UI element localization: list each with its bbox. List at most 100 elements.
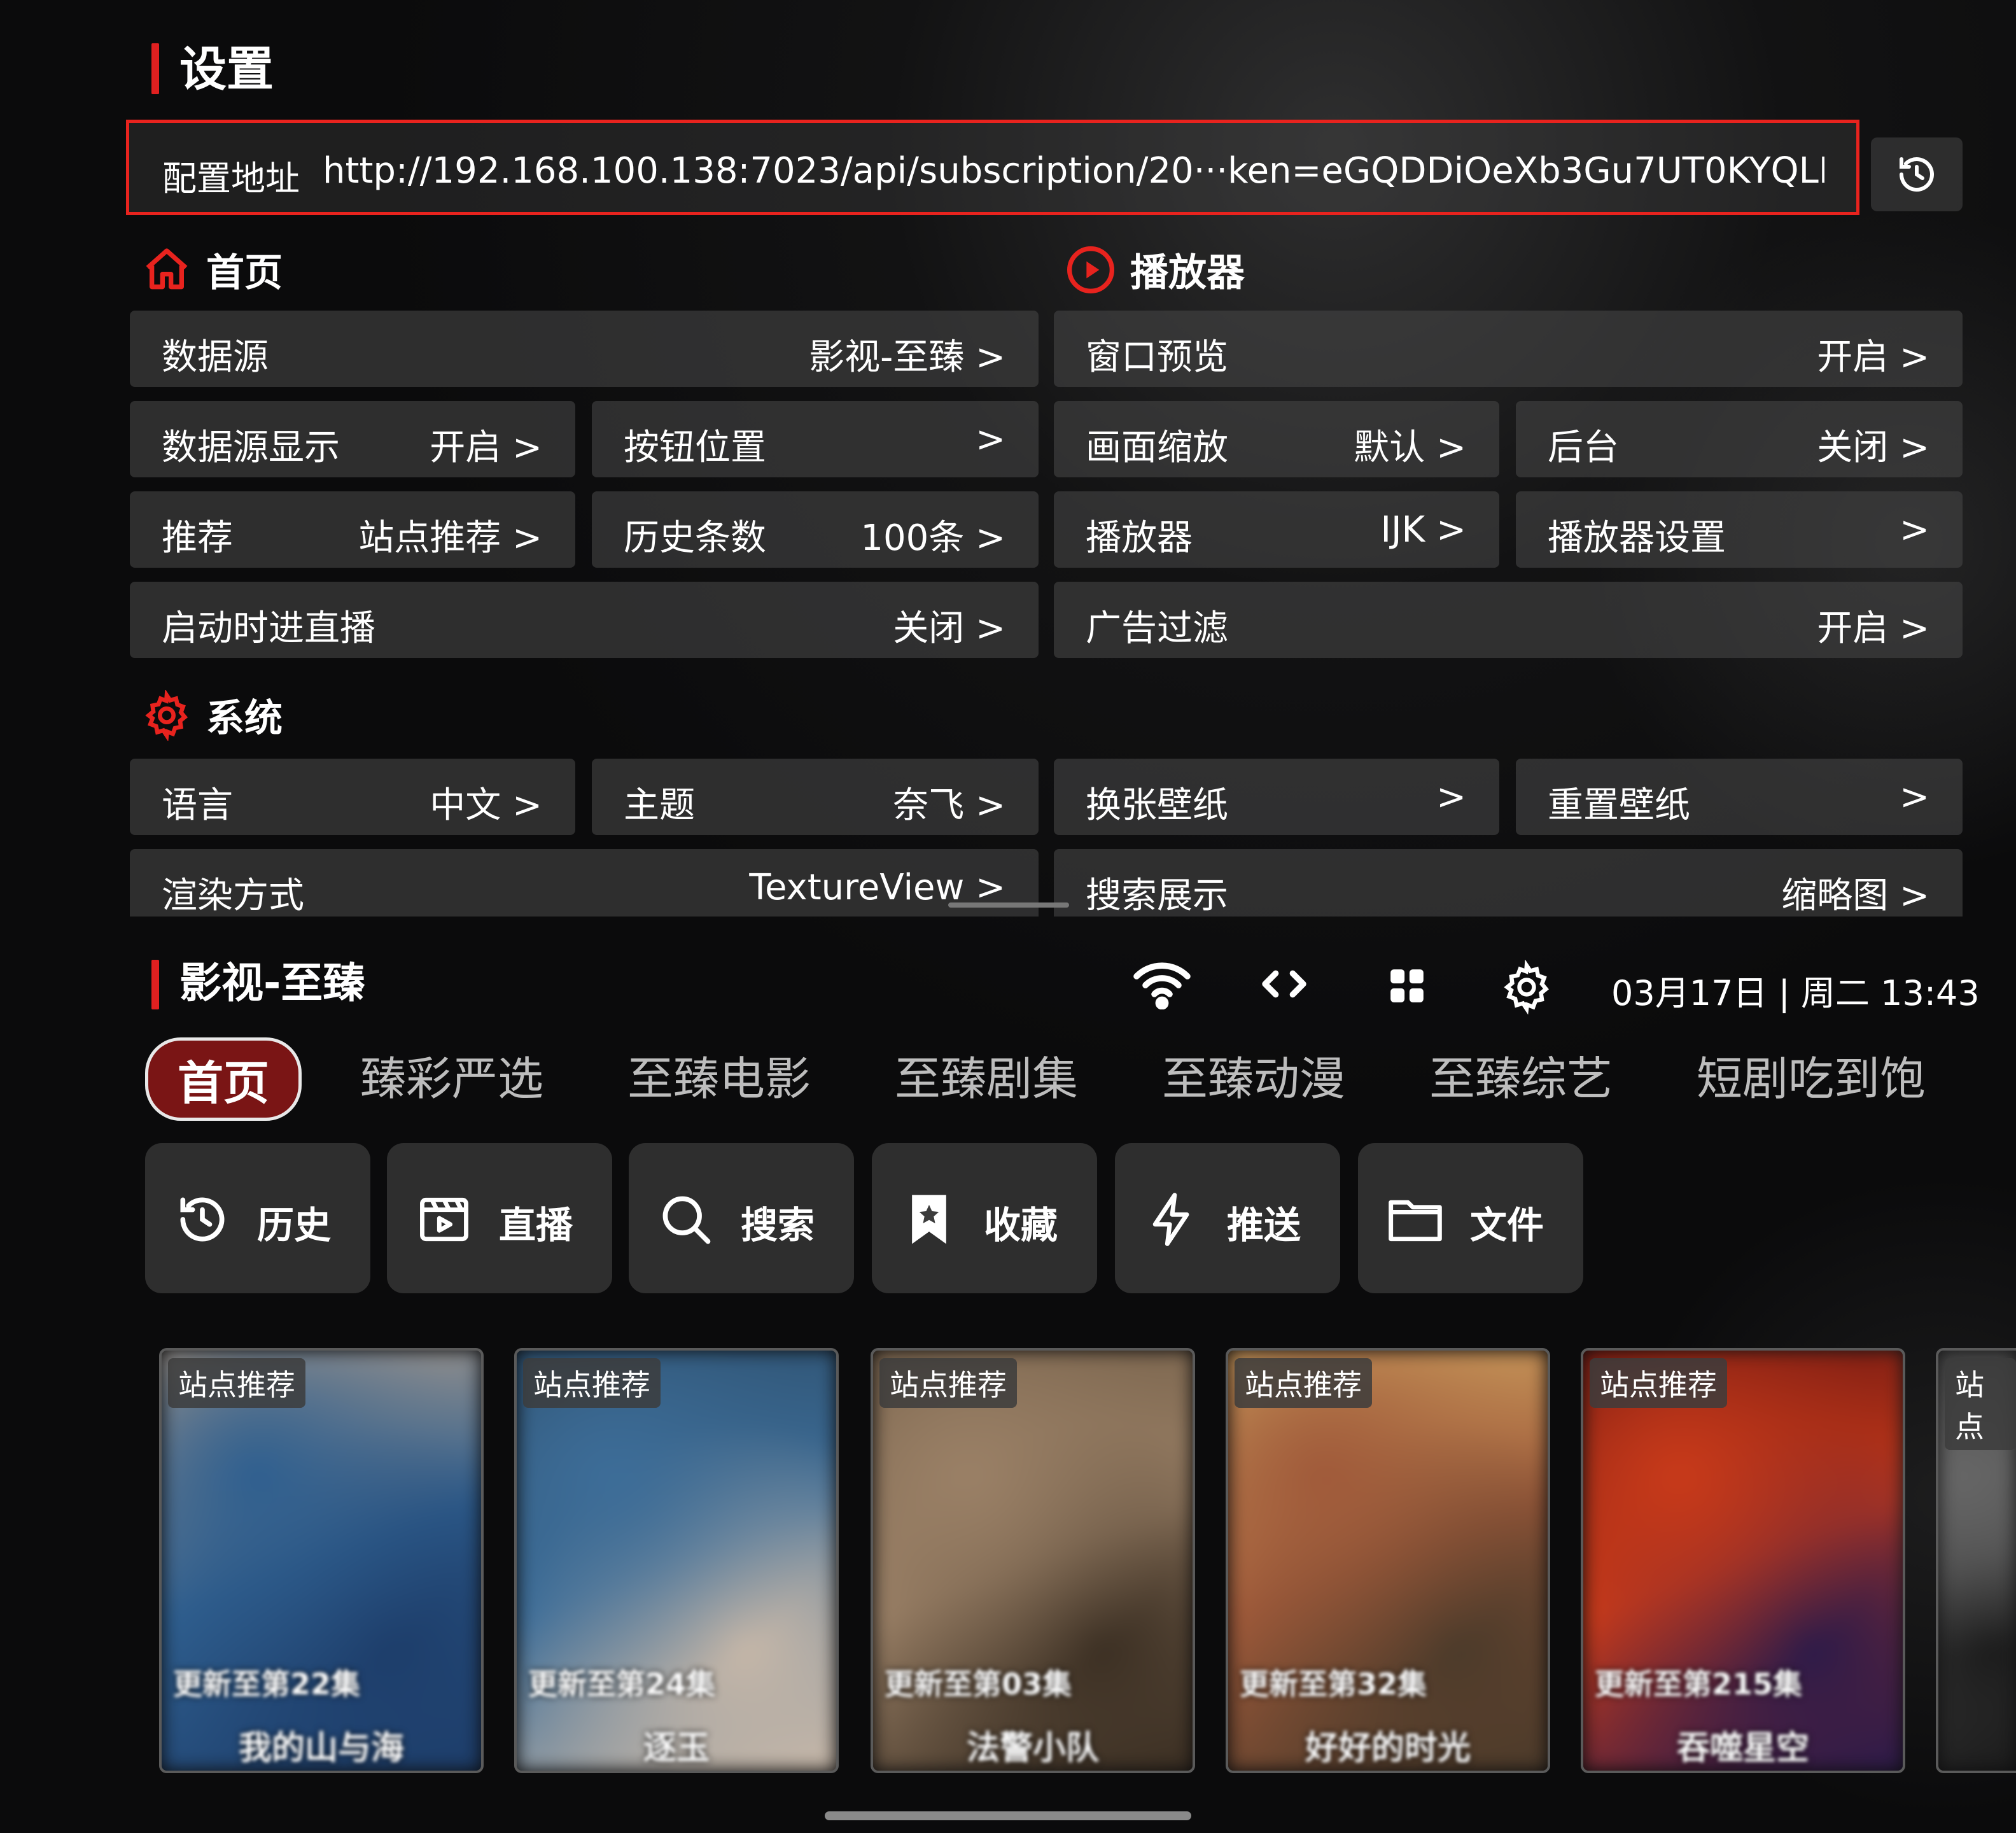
config-address-label: 配置地址 [162, 158, 300, 199]
card-badge: 站点推荐 [1235, 1358, 1372, 1408]
bookmark-star-icon [912, 1195, 946, 1244]
setting-value: > [976, 419, 1005, 460]
setting-row-reset-wallpaper[interactable]: 重置壁纸 > [1516, 759, 1963, 835]
config-address-field[interactable]: 配置地址 http://192.168.100.138:7023/api/sub… [126, 120, 1859, 215]
live-button[interactable]: 直播 [387, 1143, 612, 1293]
grid-icon[interactable] [1387, 966, 1427, 1006]
setting-value: > [1900, 509, 1929, 551]
poster-card[interactable]: 站点 [1936, 1348, 2016, 1773]
setting-value: 站点推荐 > [358, 517, 542, 559]
push-label: 推送 [1227, 1204, 1301, 1247]
dialog-scroll-handle[interactable] [948, 902, 1069, 908]
setting-row-ad-filter[interactable]: 广告过滤 开启 > [1054, 582, 1963, 658]
page-title: 设置 [179, 42, 274, 97]
site-accent-bar [151, 960, 159, 1009]
search-icon [662, 1196, 711, 1244]
config-address-value: http://192.168.100.138:7023/api/subscrip… [323, 150, 1824, 192]
setting-row-search-display[interactable]: 搜索展示 缩略图 > [1054, 849, 1963, 916]
card-title: 我的山与海 [238, 1729, 404, 1767]
tab-variety[interactable]: 至臻综艺 [1429, 1041, 1613, 1108]
setting-label: 播放器 [1086, 517, 1193, 559]
tab-series[interactable]: 至臻剧集 [895, 1041, 1078, 1108]
setting-row-theme[interactable]: 主题 奈飞 > [592, 759, 1039, 835]
poster-image [1583, 1351, 1903, 1771]
setting-row-live-on-start[interactable]: 启动时进直播 关闭 > [130, 582, 1039, 658]
card-badge: 站点 [1945, 1358, 2016, 1450]
setting-label: 渲染方式 [162, 875, 304, 916]
card-episode: 更新至第03集 [885, 1667, 1072, 1701]
section-home-title: 首页 [206, 251, 283, 295]
card-episode: 更新至第32集 [1240, 1667, 1427, 1701]
history-icon [180, 1197, 225, 1242]
play-circle-icon [1067, 246, 1114, 293]
card-badge: 站点推荐 [168, 1358, 305, 1408]
settings-gear-icon[interactable] [1499, 960, 1554, 1015]
title-accent-bar [151, 43, 159, 94]
setting-label: 播放器设置 [1548, 517, 1726, 559]
site-title: 影视-至臻 [179, 959, 365, 1008]
poster-image [517, 1351, 836, 1771]
search-label: 搜索 [741, 1204, 815, 1247]
setting-row-render-mode[interactable]: 渲染方式 TextureView > [130, 849, 1039, 916]
setting-label: 画面缩放 [1086, 427, 1228, 468]
history-button[interactable]: 历史 [145, 1143, 370, 1293]
setting-label: 语言 [162, 785, 233, 826]
search-button[interactable]: 搜索 [629, 1143, 854, 1293]
section-system-title: 系统 [206, 696, 283, 741]
history-config-button[interactable] [1871, 137, 1963, 211]
setting-value: IJK > [1380, 509, 1466, 551]
lightning-icon [1152, 1193, 1189, 1246]
tab-home[interactable]: 首页 [145, 1037, 302, 1121]
live-tv-icon [420, 1197, 468, 1242]
tab-movies[interactable]: 至臻电影 [627, 1041, 811, 1108]
code-arrows-icon[interactable] [1259, 965, 1310, 1003]
tab-featured[interactable]: 臻彩严选 [360, 1041, 543, 1108]
setting-label: 推荐 [162, 517, 233, 559]
push-button[interactable]: 推送 [1115, 1143, 1340, 1293]
setting-value: 影视-至臻 > [809, 337, 1005, 378]
favorites-button[interactable]: 收藏 [872, 1143, 1097, 1293]
tab-short-drama[interactable]: 短剧吃到饱 [1697, 1041, 1926, 1108]
setting-label: 换张壁纸 [1086, 785, 1228, 826]
card-title: 法警小队 [966, 1729, 1099, 1767]
card-title: 逐玉 [643, 1729, 710, 1767]
setting-row-history-count[interactable]: 历史条数 100条 > [592, 491, 1039, 568]
setting-value: > [1900, 776, 1929, 818]
setting-value: 默认 > [1354, 427, 1466, 468]
setting-value: 中文 > [430, 785, 542, 826]
setting-row-change-wallpaper[interactable]: 换张壁纸 > [1054, 759, 1499, 835]
poster-card[interactable]: 站点推荐 更新至第24集 逐玉 [514, 1348, 839, 1773]
live-label: 直播 [499, 1204, 573, 1247]
poster-card[interactable]: 站点推荐 更新至第03集 法警小队 [871, 1348, 1195, 1773]
home-gesture-bar[interactable] [825, 1811, 1191, 1820]
setting-row-scale[interactable]: 画面缩放 默认 > [1054, 401, 1499, 477]
setting-row-source-display[interactable]: 数据源显示 开启 > [130, 401, 575, 477]
poster-card[interactable]: 站点推荐 更新至第215集 吞噬星空 [1581, 1348, 1905, 1773]
setting-row-recommend[interactable]: 推荐 站点推荐 > [130, 491, 575, 568]
card-title: 吞噬星空 [1676, 1729, 1809, 1767]
setting-row-button-position[interactable]: 按钮位置 > [592, 401, 1039, 477]
setting-label: 搜索展示 [1086, 875, 1228, 916]
folder-icon [1389, 1200, 1442, 1242]
setting-value: > [1436, 776, 1466, 818]
poster-card[interactable]: 站点推荐 更新至第32集 好好的时光 [1226, 1348, 1550, 1773]
home-icon [146, 248, 188, 289]
tab-anime[interactable]: 至臻动漫 [1162, 1041, 1345, 1108]
setting-label: 数据源 [162, 337, 269, 378]
poster-image [162, 1351, 481, 1771]
card-episode: 更新至第24集 [528, 1667, 716, 1701]
setting-label: 重置壁纸 [1548, 785, 1690, 826]
setting-row-player[interactable]: 播放器 IJK > [1054, 491, 1499, 568]
setting-row-window-preview[interactable]: 窗口预览 开启 > [1054, 311, 1963, 387]
setting-row-player-settings[interactable]: 播放器设置 > [1516, 491, 1963, 568]
card-badge: 站点推荐 [523, 1358, 661, 1408]
files-button[interactable]: 文件 [1358, 1143, 1583, 1293]
setting-value: 开启 > [430, 427, 542, 468]
setting-row-data-source[interactable]: 数据源 影视-至臻 > [130, 311, 1039, 387]
setting-label: 历史条数 [624, 517, 766, 559]
setting-row-language[interactable]: 语言 中文 > [130, 759, 575, 835]
poster-card[interactable]: 站点推荐 更新至第22集 我的山与海 [159, 1348, 484, 1773]
files-label: 文件 [1470, 1204, 1544, 1247]
poster-image [1228, 1351, 1548, 1771]
setting-row-background[interactable]: 后台 关闭 > [1516, 401, 1963, 477]
